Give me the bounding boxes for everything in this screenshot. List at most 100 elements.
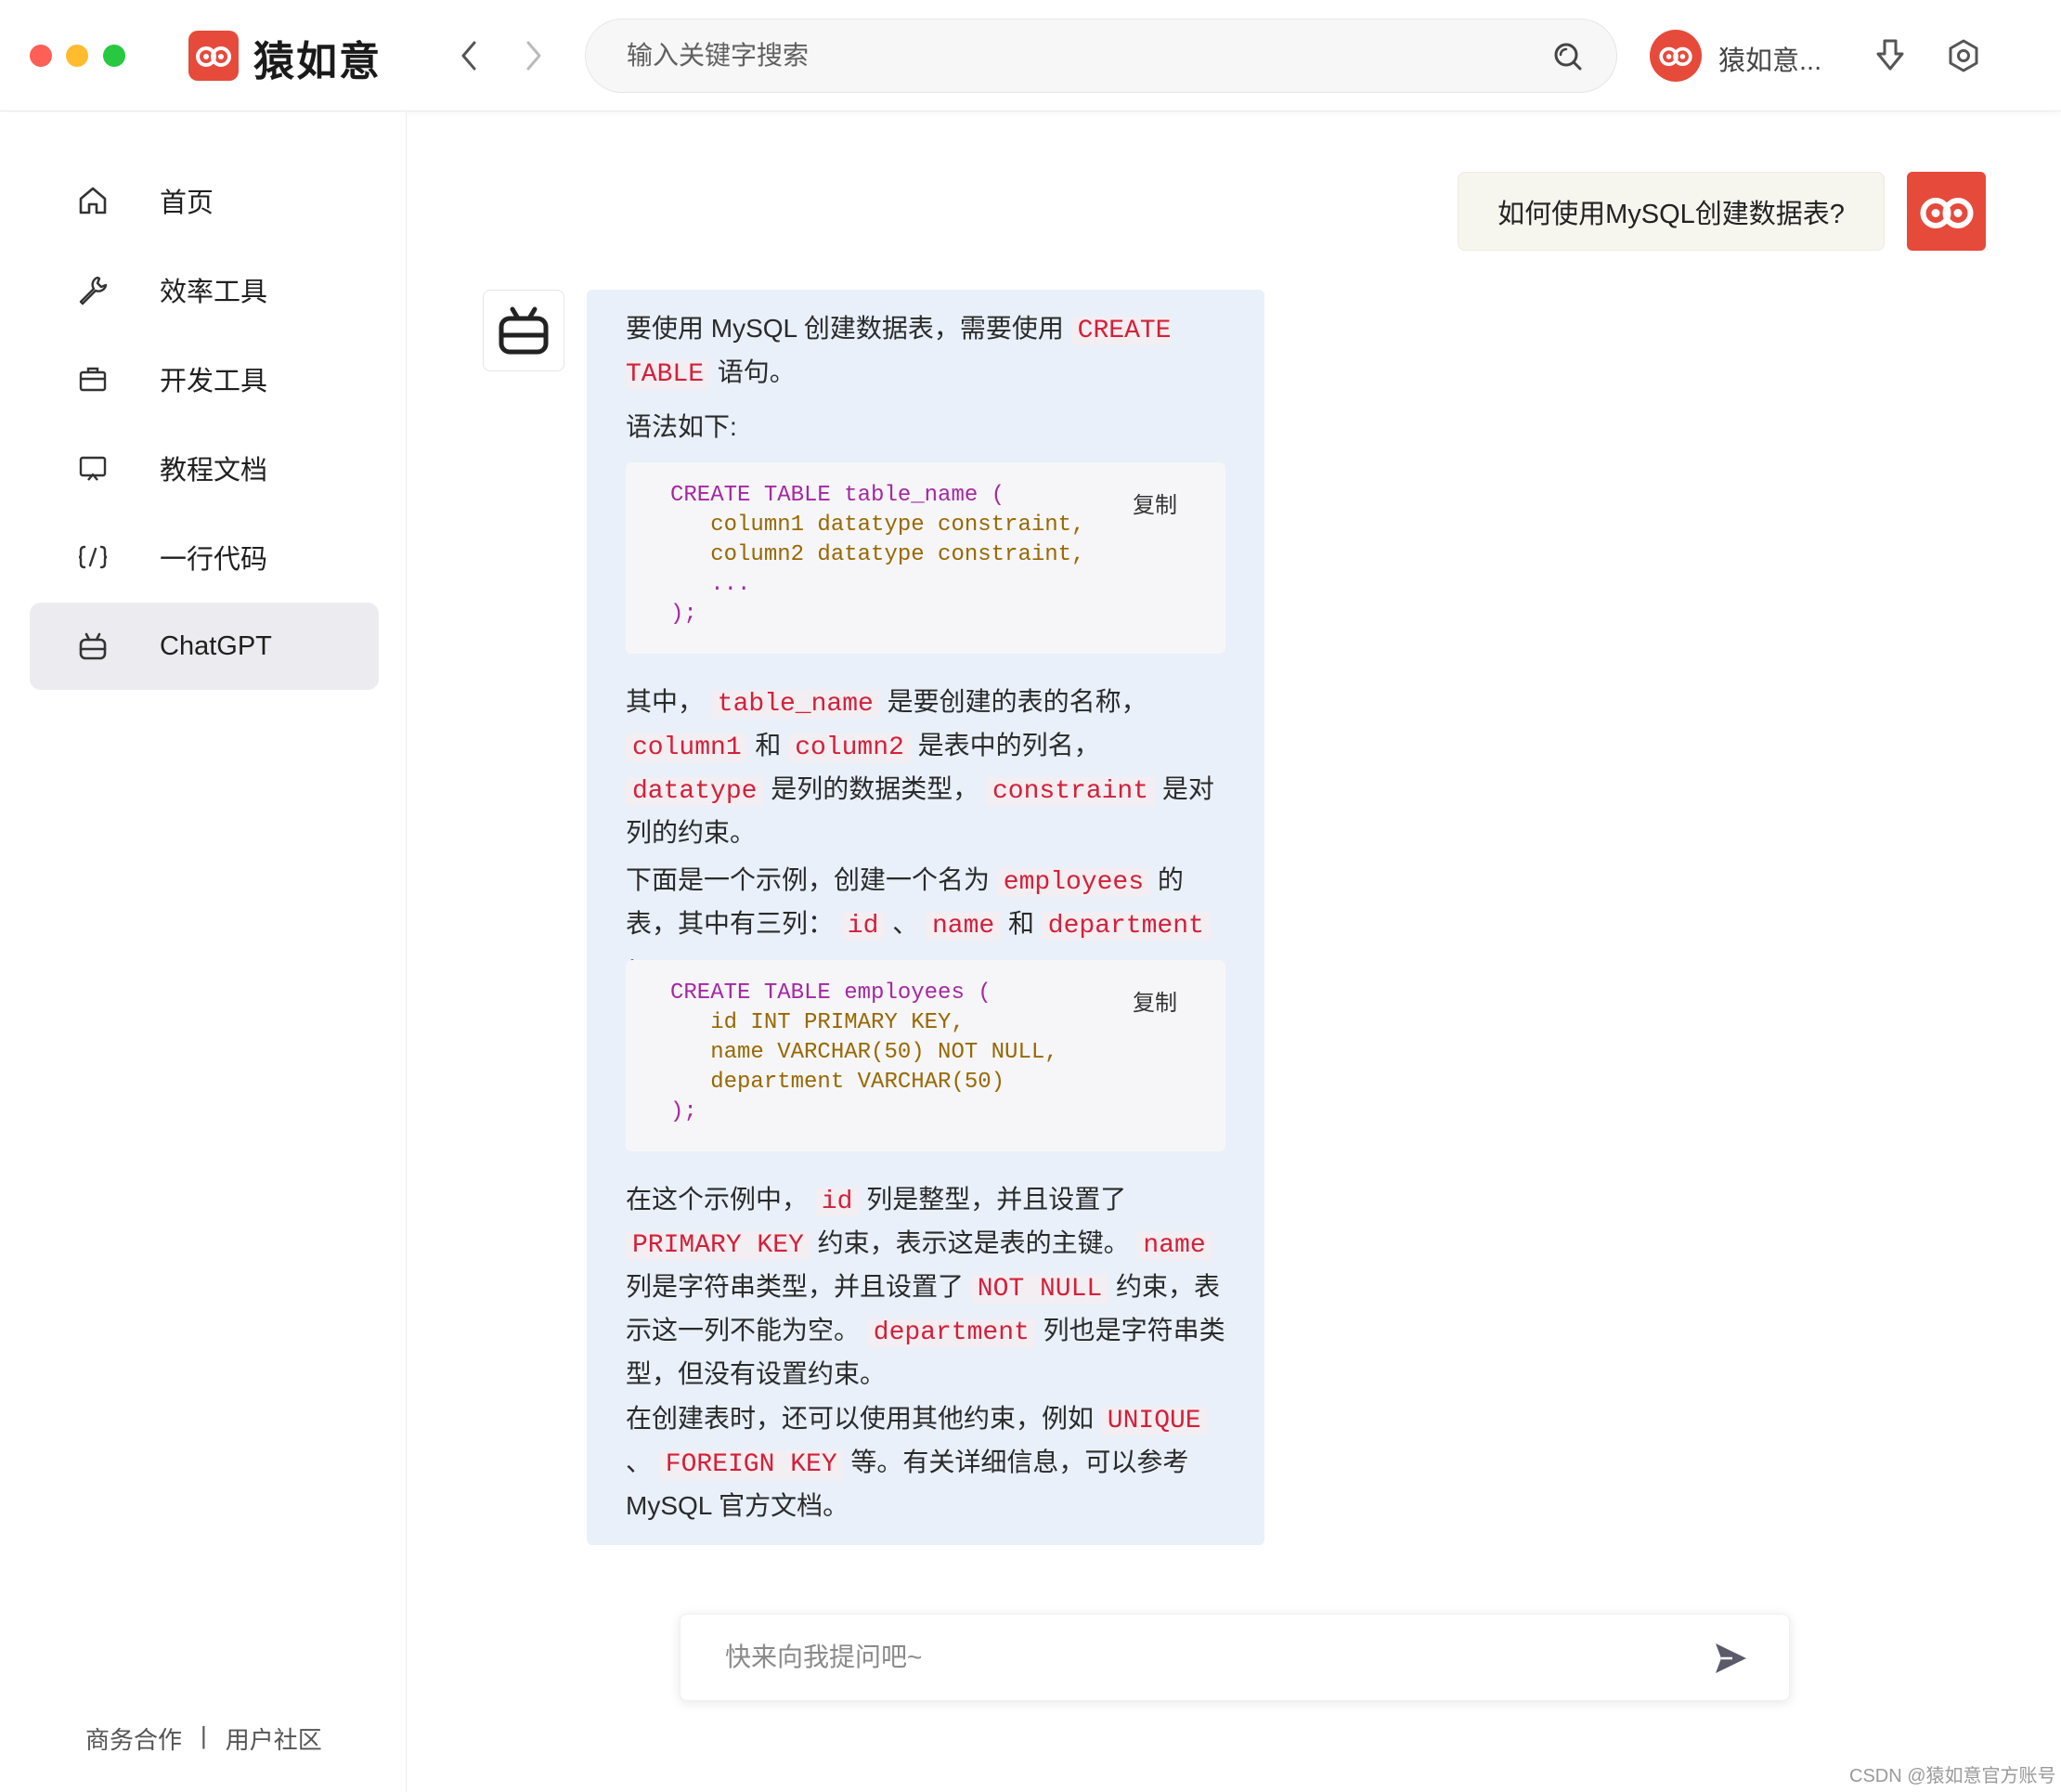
code-line: department VARCHAR(50) xyxy=(670,1070,1005,1095)
code-content: CREATE TABLE table_name ( column1 dataty… xyxy=(670,481,1084,630)
code-block: CREATE TABLE employees ( id INT PRIMARY … xyxy=(626,960,1225,1151)
sidebar-item-label: 效率工具 xyxy=(160,278,268,307)
window-close-button[interactable] xyxy=(30,45,52,67)
message-composer xyxy=(680,1614,1790,1701)
sidebar-item-dev-tools[interactable]: 开发工具 xyxy=(30,335,379,422)
copy-code-button[interactable]: 复制 xyxy=(1133,984,1177,1017)
code-line: CREATE TABLE employees ( xyxy=(670,980,992,1006)
settings-button[interactable] xyxy=(1943,35,1984,76)
sidebar-item-label: 开发工具 xyxy=(160,367,268,396)
search-input[interactable] xyxy=(627,19,1518,92)
download-button[interactable] xyxy=(1870,35,1911,76)
sidebar-item-label: 首页 xyxy=(160,188,214,218)
screen-icon xyxy=(76,451,110,485)
answer-text: 是要创建的表的名称， xyxy=(887,687,1147,716)
window-zoom-button[interactable] xyxy=(103,45,125,67)
watermark: CSDN @猿如意官方账号 xyxy=(1849,1766,2056,1786)
inline-code: column1 xyxy=(626,734,748,762)
inline-code: column2 xyxy=(788,734,911,762)
chevron-right-icon xyxy=(526,41,541,71)
window-minimize-button[interactable] xyxy=(66,45,88,67)
send-button[interactable] xyxy=(1709,1637,1752,1680)
brand-logo-icon xyxy=(1659,46,1692,67)
inline-code: name xyxy=(925,912,1002,941)
bot-message-bubble: 要使用 MySQL 创建数据表，需要使用 CREATE TABLE 语句。 语法… xyxy=(587,290,1264,1545)
code-line: ); xyxy=(670,602,697,627)
answer-text: 是列的数据类型， xyxy=(771,774,979,803)
inline-code: department xyxy=(1041,912,1211,941)
home-icon xyxy=(76,184,110,217)
robot-icon xyxy=(76,630,110,663)
sidebar-item-label: ChatGPT xyxy=(160,630,272,661)
inline-code: NOT NULL xyxy=(970,1275,1109,1304)
answer-paragraph: 其中， table_name 是要创建的表的名称， column1 和 colu… xyxy=(626,682,1229,853)
answer-text: 列是字符串类型，并且设置了 xyxy=(626,1272,965,1301)
code-line: name VARCHAR(50) NOT NULL, xyxy=(670,1040,1058,1065)
answer-text: 是表中的列名， xyxy=(917,731,1100,760)
sidebar-item-one-line-code[interactable]: 一行代码 xyxy=(30,513,379,601)
user-avatar[interactable] xyxy=(1650,30,1702,82)
answer-text: 要使用 MySQL 创建数据表，需要使用 xyxy=(626,314,1064,343)
answer-paragraph: 在这个示例中， id 列是整型，并且设置了 PRIMARY KEY 约束，表示这… xyxy=(626,1179,1229,1395)
forward-button[interactable] xyxy=(513,35,554,76)
answer-text: 列是整型，并且设置了 xyxy=(866,1185,1127,1214)
sidebar-item-efficiency-tools[interactable]: 效率工具 xyxy=(30,246,379,333)
search-icon[interactable] xyxy=(1548,36,1588,77)
user-chat-avatar xyxy=(1907,172,1986,251)
message-input[interactable] xyxy=(725,1615,1653,1700)
chevron-left-icon xyxy=(461,41,476,71)
answer-text: 和 xyxy=(1007,909,1034,938)
inline-code: table_name xyxy=(710,690,880,719)
wrench-icon xyxy=(76,273,110,306)
answer-text: 和 xyxy=(755,731,782,760)
sidebar-footer: 商务合作 | 用户社区 xyxy=(85,1721,322,1756)
inline-code: datatype xyxy=(626,777,764,806)
sidebar-item-home[interactable]: 首页 xyxy=(30,157,379,244)
code-line: column1 datatype constraint, xyxy=(670,513,1085,538)
answer-text: 、 xyxy=(892,909,919,938)
sidebar-item-chatgpt[interactable]: ChatGPT xyxy=(30,603,379,690)
sidebar-item-tutorials[interactable]: 教程文档 xyxy=(30,424,379,512)
inline-code: id xyxy=(814,1188,860,1216)
app-title: 猿如意 xyxy=(253,39,382,84)
robot-icon xyxy=(499,306,549,355)
back-button[interactable] xyxy=(448,35,489,76)
footer-separator: | xyxy=(201,1721,207,1749)
answer-text: 其中， xyxy=(626,687,705,716)
inline-code: constraint xyxy=(986,777,1156,806)
answer-text: 约束，表示这是表的主键。 xyxy=(817,1228,1130,1257)
answer-text: 、 xyxy=(626,1448,653,1476)
inline-code: employees xyxy=(996,868,1151,897)
code-line: ... xyxy=(670,572,751,597)
answer-paragraph: 要使用 MySQL 创建数据表，需要使用 CREATE TABLE 语句。 xyxy=(626,308,1229,396)
user-name[interactable]: 猿如意... xyxy=(1718,39,1821,78)
gear-icon xyxy=(1949,39,1978,72)
code-content: CREATE TABLE employees ( id INT PRIMARY … xyxy=(670,979,1058,1127)
user-community-link[interactable]: 用户社区 xyxy=(226,1721,322,1756)
inline-code: name xyxy=(1136,1231,1212,1260)
inline-code: FOREIGN KEY xyxy=(658,1450,844,1479)
send-icon xyxy=(1716,1643,1746,1673)
copy-code-button[interactable]: 复制 xyxy=(1133,487,1177,519)
sidebar-item-label: 一行代码 xyxy=(160,545,268,575)
answer-text: 在这个示例中， xyxy=(626,1185,809,1214)
brand-logo-icon xyxy=(1920,197,1973,228)
user-message-bubble: 如何使用MySQL创建数据表? xyxy=(1458,172,1885,251)
bot-avatar xyxy=(483,290,564,371)
inline-code: UNIQUE xyxy=(1100,1407,1208,1435)
answer-text: 在创建表时，还可以使用其他约束，例如 xyxy=(626,1404,1095,1433)
inline-code: PRIMARY KEY xyxy=(626,1231,810,1260)
business-cooperation-link[interactable]: 商务合作 xyxy=(85,1721,182,1756)
inline-code: department xyxy=(866,1318,1036,1347)
code-line: id INT PRIMARY KEY, xyxy=(670,1010,965,1035)
code-icon xyxy=(76,540,110,574)
answer-paragraph: 在创建表时，还可以使用其他约束，例如 UNIQUE 、 FOREIGN KEY … xyxy=(626,1398,1229,1526)
download-icon xyxy=(1876,39,1904,71)
code-line: CREATE TABLE table_name ( xyxy=(670,483,1005,508)
search-bar xyxy=(585,19,1617,93)
toolbox-icon xyxy=(76,362,110,396)
sidebar: 首页 效率工具 开发工具 教程文档 一行代码 ChatGPT 商务合作 | 用户… xyxy=(0,112,407,1792)
answer-paragraph: 语法如下: xyxy=(626,412,737,441)
app-logo-icon xyxy=(188,31,239,81)
code-line: ); xyxy=(670,1099,697,1124)
